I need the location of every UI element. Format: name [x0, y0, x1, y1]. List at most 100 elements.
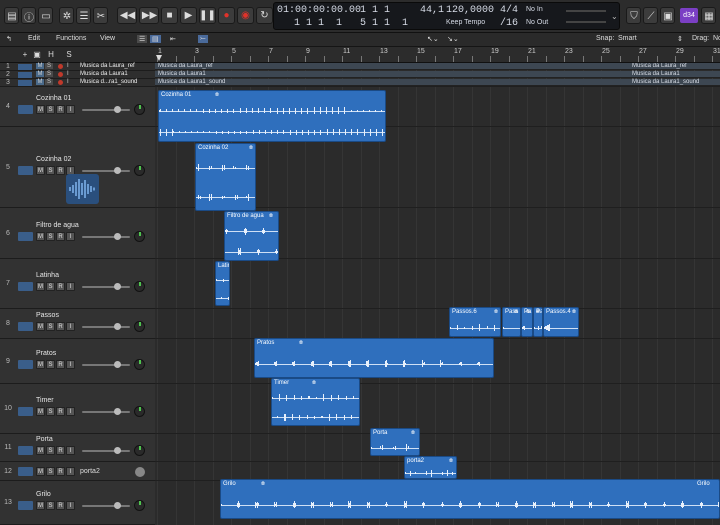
- solo-button[interactable]: S: [46, 231, 55, 241]
- audio-region-passos6[interactable]: Passos.6 ⦾: [449, 307, 501, 337]
- flex-icon[interactable]: ⇤: [170, 35, 176, 43]
- record-enable-button[interactable]: R: [56, 466, 65, 476]
- track-name[interactable]: Cozinha 02: [36, 156, 71, 163]
- library-button[interactable]: ▤: [4, 7, 19, 24]
- track-header-13[interactable]: 13 Grilo M S R I: [0, 481, 155, 525]
- pause-button[interactable]: ❚❚: [199, 7, 216, 24]
- quick-help-button[interactable]: ▭: [38, 7, 53, 24]
- input-monitor-button[interactable]: I: [66, 501, 75, 510]
- track-name[interactable]: Porta: [36, 436, 53, 443]
- audio-region-timer[interactable]: Timer ⦾: [271, 378, 360, 426]
- pan-knob[interactable]: [134, 230, 145, 242]
- catch-icon[interactable]: ⤚: [198, 35, 208, 43]
- mute-button[interactable]: M: [36, 79, 44, 85]
- fader-knob[interactable]: [114, 106, 121, 113]
- view-menu[interactable]: View: [100, 35, 115, 42]
- fader-knob[interactable]: [114, 232, 121, 240]
- input-button[interactable]: I: [67, 71, 69, 77]
- track-header-12[interactable]: 12 M S R Iporta2: [0, 462, 155, 481]
- audio-region-porta[interactable]: Porta ⦾: [370, 428, 420, 456]
- pencil-tool-icon[interactable]: ↘⌄: [447, 35, 459, 43]
- audio-region-passos_b[interactable]: Pa ⦾: [521, 307, 533, 337]
- solo-button[interactable]: S: [46, 407, 55, 416]
- record-enable-button[interactable]: R: [56, 231, 65, 241]
- volume-fader[interactable]: [82, 408, 130, 415]
- mute-button[interactable]: M: [36, 407, 45, 416]
- notes-button[interactable]: ⟋: [643, 7, 658, 24]
- capture-button[interactable]: ◉: [237, 7, 254, 24]
- pan-knob[interactable]: [134, 358, 145, 370]
- record-enable-button[interactable]: R: [56, 359, 65, 369]
- input-monitor-button[interactable]: I: [66, 282, 75, 291]
- solo-header-button[interactable]: S: [64, 49, 74, 60]
- record-enable-button[interactable]: R: [56, 322, 65, 331]
- input-monitor-button[interactable]: I: [66, 322, 75, 331]
- solo-button[interactable]: S: [46, 282, 55, 291]
- record-enable-button[interactable]: R: [56, 446, 65, 455]
- fader-knob[interactable]: [114, 283, 121, 290]
- list-editors-button[interactable]: ⛉: [626, 7, 641, 24]
- track-header-4[interactable]: 4 Cozinha 01 M S R I: [0, 87, 155, 127]
- audio-region-passos4[interactable]: Passos.4 ⦾: [543, 307, 579, 337]
- smart-controls-button[interactable]: ✲: [59, 7, 74, 24]
- record-enable-button[interactable]: R: [56, 282, 65, 291]
- solo-button[interactable]: S: [46, 165, 55, 175]
- record-enable-button[interactable]: R: [56, 501, 65, 510]
- editors-button[interactable]: ✂: [93, 7, 108, 24]
- input-monitor-button[interactable]: I: [66, 466, 75, 476]
- global-track-lane[interactable]: Musica da Laura1 Musica da Laura1: [155, 71, 720, 78]
- volume-fader[interactable]: [82, 283, 130, 290]
- mute-button[interactable]: M: [36, 446, 45, 455]
- fader-knob[interactable]: [114, 166, 121, 174]
- volume-fader[interactable]: [82, 502, 130, 509]
- volume-fader[interactable]: [82, 360, 130, 368]
- track-name[interactable]: Cozinha 01: [36, 95, 71, 102]
- loops-button[interactable]: ▣: [660, 7, 675, 24]
- duplicate-track-icon[interactable]: ▣: [32, 49, 42, 60]
- fader-knob[interactable]: [114, 323, 121, 330]
- drag-select[interactable]: No: [713, 35, 720, 42]
- audio-region-porta2[interactable]: porta2 ⦾: [404, 456, 457, 479]
- record-enable-button[interactable]: [58, 72, 63, 77]
- track-name[interactable]: Latinha: [36, 272, 59, 279]
- mute-button[interactable]: M: [36, 105, 45, 114]
- back-icon[interactable]: ↰: [6, 35, 12, 43]
- track-name[interactable]: Grilo: [36, 491, 51, 498]
- list-view-icon[interactable]: ☰: [137, 35, 148, 43]
- input-monitor-button[interactable]: I: [66, 407, 75, 416]
- track-header-7[interactable]: 7 Latinha M S R I: [0, 259, 155, 309]
- pointer-tool-icon[interactable]: ↖⌄: [427, 35, 439, 43]
- record-enable-button[interactable]: [58, 64, 63, 69]
- record-enable-button[interactable]: R: [56, 407, 65, 416]
- input-monitor-button[interactable]: I: [66, 105, 75, 114]
- global-track-lane[interactable]: Musica da Laura1_sound Musica da Laura1_s…: [155, 79, 720, 86]
- pan-knob[interactable]: [134, 500, 145, 511]
- fader-knob[interactable]: [114, 408, 121, 415]
- playhead-marker[interactable]: [156, 55, 162, 61]
- pan-knob[interactable]: [134, 445, 145, 456]
- solo-button[interactable]: S: [46, 105, 55, 114]
- record-enable-button[interactable]: [58, 80, 63, 85]
- track-header-11[interactable]: 11 Porta M S R I: [0, 434, 155, 462]
- fader-knob[interactable]: [114, 447, 121, 454]
- track-header-9[interactable]: 9 Pratos M S R I: [0, 339, 155, 384]
- pan-knob[interactable]: [135, 466, 145, 477]
- mute-button[interactable]: M: [36, 63, 44, 69]
- rewind-button[interactable]: ◀◀: [117, 7, 137, 24]
- global-track-row[interactable]: 1 M S I Musica da Laura_ref: [0, 63, 155, 71]
- mixer-button[interactable]: ☰: [76, 7, 91, 24]
- play-button[interactable]: ▶: [180, 7, 197, 24]
- fader-knob[interactable]: [114, 360, 121, 368]
- audio-region-filtro[interactable]: Filtro de agua ⦾: [224, 211, 279, 261]
- record-enable-button[interactable]: R: [56, 105, 65, 114]
- mute-button[interactable]: M: [36, 501, 45, 510]
- mute-button[interactable]: M: [36, 231, 45, 241]
- mute-button[interactable]: M: [36, 466, 45, 476]
- pan-knob[interactable]: [134, 104, 145, 115]
- global-track-lane[interactable]: Musica da Laura_ref Musica da Laura_ref: [155, 63, 720, 70]
- track-name[interactable]: Passos: [36, 312, 59, 319]
- forward-button[interactable]: ▶▶: [139, 7, 159, 24]
- track-header-8[interactable]: 8 Passos M S R I: [0, 309, 155, 339]
- cpu-badge[interactable]: d34: [680, 8, 698, 23]
- mute-button[interactable]: M: [36, 165, 45, 175]
